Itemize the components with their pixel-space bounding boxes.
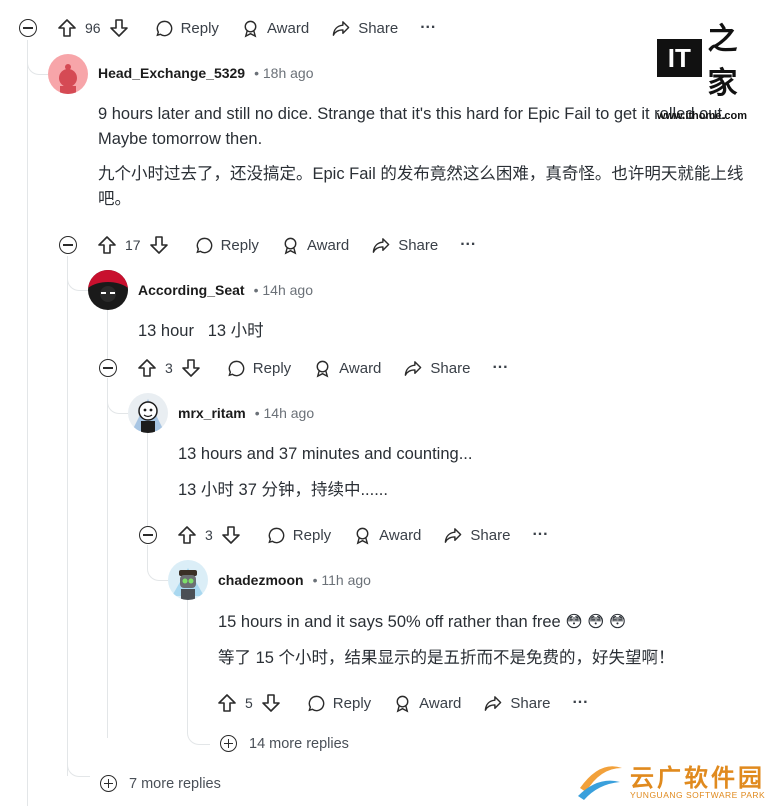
comment-icon [195,237,212,253]
more-options-button[interactable]: ··· [492,359,508,377]
comment-text: 13 hours and 37 minutes and counting... [178,445,473,463]
award-icon [244,20,257,37]
comment-icon [228,360,245,376]
comment-icon [308,695,325,711]
more-replies-button[interactable]: 7 more replies [100,775,221,792]
collapse-button[interactable] [139,526,157,544]
upvote-icon[interactable] [177,525,197,545]
downvote-icon[interactable] [261,693,281,713]
share-icon [372,237,390,253]
downvote-icon[interactable] [181,358,201,378]
share-icon [405,360,422,376]
comment-icon [155,20,172,36]
vote-count: 17 [125,237,141,253]
username[interactable]: According_Seat [138,282,245,298]
award-icon [356,527,369,544]
vote-count: 5 [245,695,253,711]
share-button[interactable]: Share [331,19,398,38]
reply-button[interactable]: Reply [227,359,291,378]
avatar[interactable] [168,560,208,600]
upvote-icon[interactable] [97,235,117,255]
more-options-button[interactable]: ··· [532,526,548,544]
yunguang-logo: 云广软件园 YUNGUANG SOFTWARE PARK [576,756,772,806]
share-button[interactable]: Share [403,359,470,378]
comment-icon [268,527,285,543]
expand-icon [220,735,237,752]
username[interactable]: mrx_ritam [178,405,246,421]
downvote-icon[interactable] [149,235,169,255]
share-icon [445,527,462,543]
more-replies-button[interactable]: 14 more replies [220,735,349,752]
comment-text: 9 hours later and still no dice. Strange… [98,105,727,148]
reply-button[interactable]: Reply [195,236,259,255]
comment-text: 等了 15 个小时，结果显示的是五折而不是免费的，好失望啊！ [218,649,675,667]
more-options-button[interactable]: ··· [572,694,588,712]
share-button[interactable]: Share [371,236,438,255]
avatar[interactable] [48,54,88,94]
timestamp: • 14h ago [253,282,313,298]
share-icon [332,20,350,36]
downvote-icon[interactable] [221,525,241,545]
ithome-url: www.ithome.com [657,110,748,122]
award-button[interactable]: Award [313,359,381,378]
upvote-icon[interactable] [57,18,77,38]
collapse-button[interactable] [99,359,117,377]
username[interactable]: Head_Exchange_5329 [98,65,245,81]
comment-text: 15 hours in and it says 50% off rather t… [218,613,627,631]
award-icon [316,360,329,377]
timestamp: • 18h ago [254,65,314,81]
username[interactable]: chadezmoon [218,572,304,588]
award-button[interactable]: Award [353,526,421,545]
award-icon [284,237,297,254]
comment-text: 13 hour 13 小时 [138,322,264,340]
timestamp: • 11h ago [312,572,371,588]
share-button[interactable]: Share [483,694,550,713]
avatar[interactable] [88,270,128,310]
vote-count: 3 [205,527,213,543]
ithome-logo: IT 之家 www.ithome.com [657,14,761,122]
award-button[interactable]: Award [241,19,309,38]
upvote-icon[interactable] [217,693,237,713]
collapse-button[interactable] [19,19,37,37]
yunguang-mark-icon [578,766,622,800]
upvote-icon[interactable] [137,358,157,378]
downvote-icon[interactable] [109,18,129,38]
vote-count: 3 [165,360,173,376]
more-options-button[interactable]: ··· [460,236,476,254]
share-button[interactable]: Share [443,526,510,545]
more-options-button[interactable]: ··· [420,19,436,37]
reply-button[interactable]: Reply [155,19,219,38]
collapse-button[interactable] [59,236,77,254]
comment-text: 13 小时 37 分钟，持续中...... [178,481,388,499]
comment-text: 九个小时过去了，还没搞定。Epic Fail 的发布竟然这么困难，真奇怪。也许明… [98,165,744,208]
vote-count: 96 [85,20,101,36]
award-button[interactable]: Award [281,236,349,255]
award-button[interactable]: Award [393,694,461,713]
expand-icon [100,775,117,792]
avatar[interactable] [128,393,168,433]
reply-button[interactable]: Reply [307,694,371,713]
timestamp: • 14h ago [254,405,315,421]
award-icon [396,695,409,712]
share-icon [485,695,502,711]
reply-button[interactable]: Reply [267,526,331,545]
